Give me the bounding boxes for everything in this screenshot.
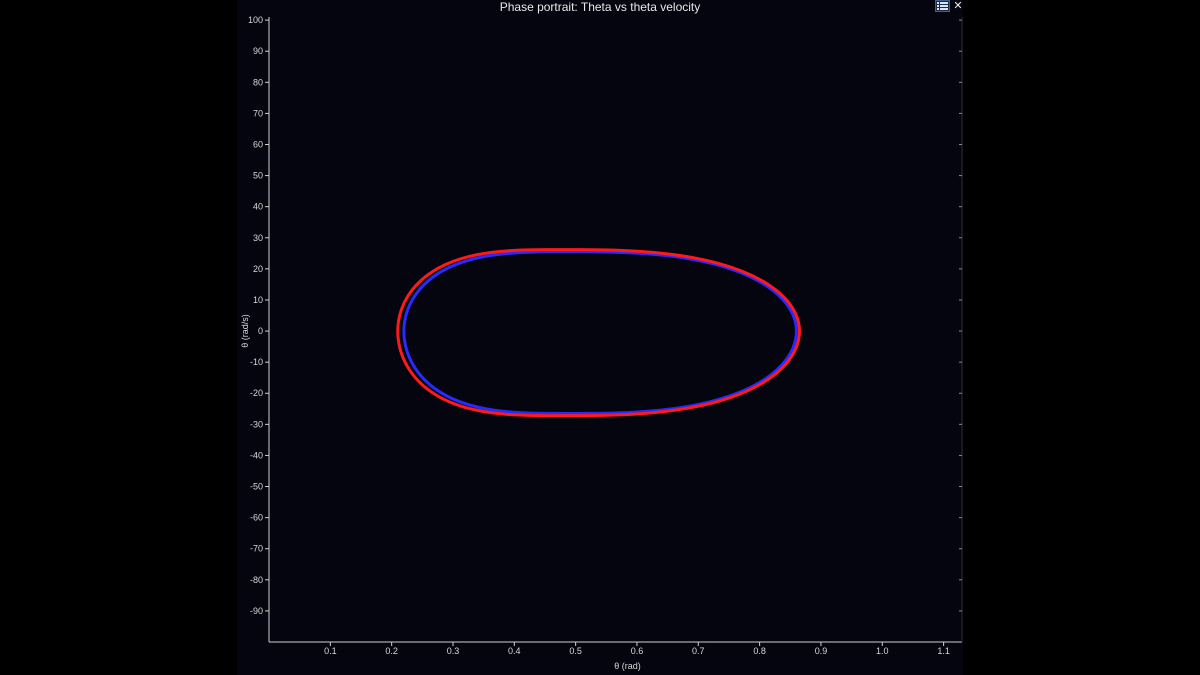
y-tick-label: 70 (253, 108, 263, 118)
y-tick-label: 30 (253, 233, 263, 243)
y-tick-label: -40 (250, 450, 263, 460)
trajectory-series-2 (396, 248, 801, 418)
y-tick-label: 50 (253, 171, 263, 181)
phase-portrait-window: Phase portrait: Theta vs theta velocity … (237, 0, 963, 675)
x-tick-label: 0.5 (569, 646, 582, 656)
y-tick-label: -70 (250, 544, 263, 554)
y-tick-label: -30 (250, 419, 263, 429)
x-tick-label: 0.6 (631, 646, 644, 656)
y-axis-ticks: 1009080706050403020100-10-20-30-40-50-60… (248, 15, 962, 616)
y-tick-label: -90 (250, 606, 263, 616)
y-axis-title: θ (rad/s) (240, 314, 250, 348)
y-tick-label: -80 (250, 575, 263, 585)
x-tick-label: 0.9 (815, 646, 828, 656)
x-tick-label: 0.4 (508, 646, 521, 656)
phase-plot: 1009080706050403020100-10-20-30-40-50-60… (240, 15, 963, 671)
y-tick-label: -50 (250, 482, 263, 492)
y-tick-label: 0 (258, 326, 263, 336)
x-axis-title: θ (rad) (614, 661, 641, 671)
x-tick-label: 0.8 (753, 646, 766, 656)
y-tick-label: -20 (250, 388, 263, 398)
y-tick-label: -10 (250, 357, 263, 367)
y-tick-label: 80 (253, 77, 263, 87)
x-tick-label: 0.3 (447, 646, 460, 656)
y-tick-label: -60 (250, 513, 263, 523)
y-tick-label: 20 (253, 264, 263, 274)
x-tick-label: 1.0 (876, 646, 889, 656)
x-tick-label: 1.1 (937, 646, 950, 656)
y-tick-label: 90 (253, 46, 263, 56)
plot-axes (268, 17, 963, 643)
x-tick-label: 0.2 (385, 646, 398, 656)
y-tick-label: 40 (253, 202, 263, 212)
x-tick-label: 0.1 (324, 646, 337, 656)
trajectory-curves (396, 248, 801, 418)
x-tick-label: 0.7 (692, 646, 705, 656)
trajectory-series-1 (402, 250, 798, 415)
y-tick-label: 100 (248, 15, 263, 25)
y-tick-label: 60 (253, 139, 263, 149)
y-tick-label: 10 (253, 295, 263, 305)
x-axis-ticks: 0.1 0.2 0.3 0.4 0.5 0.6 0.7 0.8 0.9 1.0 1.1 (324, 642, 950, 656)
